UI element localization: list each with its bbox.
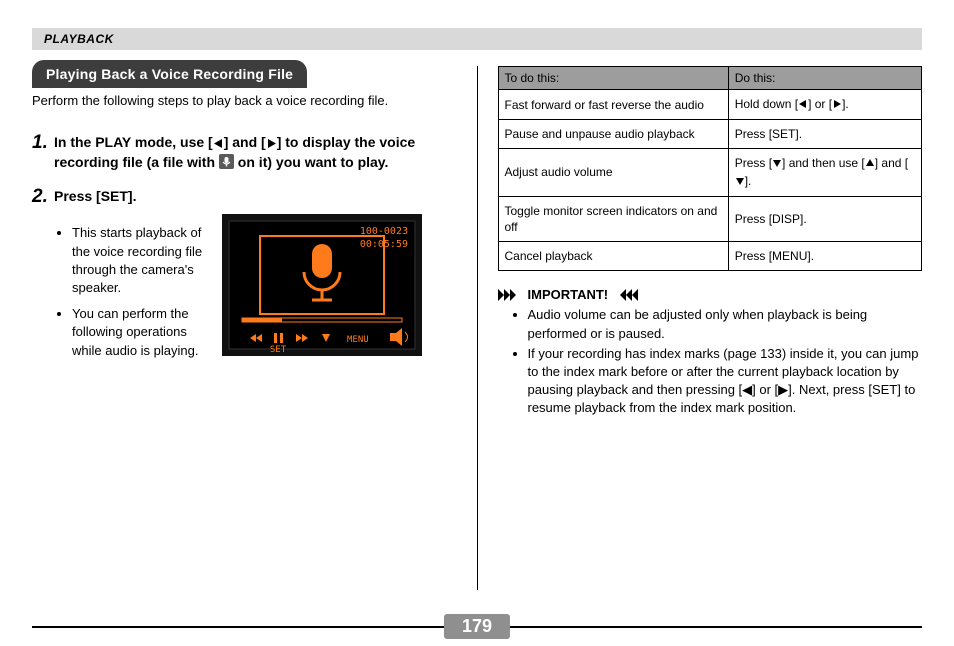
topic-title: Playing Back a Voice Recording File [32, 60, 307, 88]
arrow-up-icon [865, 156, 875, 172]
table-cell: Press [] and then use [] and []. [728, 149, 921, 196]
arrow-right-icon [832, 97, 842, 113]
step-1-heading: In the PLAY mode, use [] and [] to displ… [54, 132, 457, 173]
shuttle-left-icon [614, 289, 638, 301]
right-column: To do this: Do this: Fast forward or fas… [478, 60, 923, 590]
table-header: Do this: [728, 67, 921, 90]
bullet: This starts playback of the voice record… [72, 224, 204, 297]
two-column-layout: Playing Back a Voice Recording File Perf… [32, 60, 922, 590]
voice-file-icon [219, 154, 234, 169]
table-cell: Adjust audio volume [498, 149, 728, 196]
table-cell: Press [DISP]. [728, 196, 921, 241]
arrow-right-icon [266, 138, 277, 149]
section-header-band: PLAYBACK [32, 28, 922, 50]
important-item: If your recording has index marks (page … [528, 345, 923, 418]
lcd-set-label: SET [270, 345, 287, 355]
step-2-bullets: This starts playback of the voice record… [54, 224, 204, 359]
important-item: Audio volume can be adjusted only when p… [528, 306, 923, 342]
camera-lcd-preview: 100-0023 00:05:59 [222, 214, 422, 367]
bullet: You can perform the following operations… [72, 305, 204, 360]
table-row: Pause and unpause audio playback Press [… [498, 120, 922, 149]
step-2-heading: Press [SET]. [54, 186, 457, 206]
manual-page: PLAYBACK Playing Back a Voice Recording … [0, 0, 954, 646]
arrow-left-icon [798, 97, 808, 113]
table-cell: Cancel playback [498, 242, 728, 271]
table-cell: Toggle monitor screen indicators on and … [498, 196, 728, 241]
step-list: 1. In the PLAY mode, use [] and [] to di… [32, 132, 457, 368]
arrow-left-icon [213, 138, 224, 149]
operations-table: To do this: Do this: Fast forward or fas… [498, 66, 923, 271]
table-row: Fast forward or fast reverse the audio H… [498, 90, 922, 120]
arrow-down-icon [735, 174, 745, 190]
table-row: Cancel playback Press [MENU]. [498, 242, 922, 271]
page-footer: 179 [32, 626, 922, 628]
lcd-menu-label: MENU [347, 335, 369, 345]
shuttle-right-icon [498, 289, 522, 301]
table-row: Toggle monitor screen indicators on and … [498, 196, 922, 241]
section-header-text: PLAYBACK [44, 32, 114, 46]
table-cell: Fast forward or fast reverse the audio [498, 90, 728, 120]
intro-text: Perform the following steps to play back… [32, 92, 457, 110]
step-number: 1. [32, 132, 54, 173]
important-label: IMPORTANT! [528, 287, 609, 302]
page-number: 179 [444, 614, 510, 639]
table-row: Adjust audio volume Press [] and then us… [498, 149, 922, 196]
table-cell: Hold down [] or []. [728, 90, 921, 120]
left-column: Playing Back a Voice Recording File Perf… [32, 60, 477, 590]
table-cell: Press [SET]. [728, 120, 921, 149]
important-heading: IMPORTANT! [498, 287, 923, 302]
important-list: Audio volume can be adjusted only when p… [498, 306, 923, 417]
step-1: 1. In the PLAY mode, use [] and [] to di… [32, 132, 457, 173]
step-number: 2. [32, 186, 54, 368]
table-cell: Press [MENU]. [728, 242, 921, 271]
table-header: To do this: [498, 67, 728, 90]
step-2: 2. Press [SET]. This starts playback of … [32, 186, 457, 368]
table-cell: Pause and unpause audio playback [498, 120, 728, 149]
arrow-down-icon [772, 156, 782, 172]
